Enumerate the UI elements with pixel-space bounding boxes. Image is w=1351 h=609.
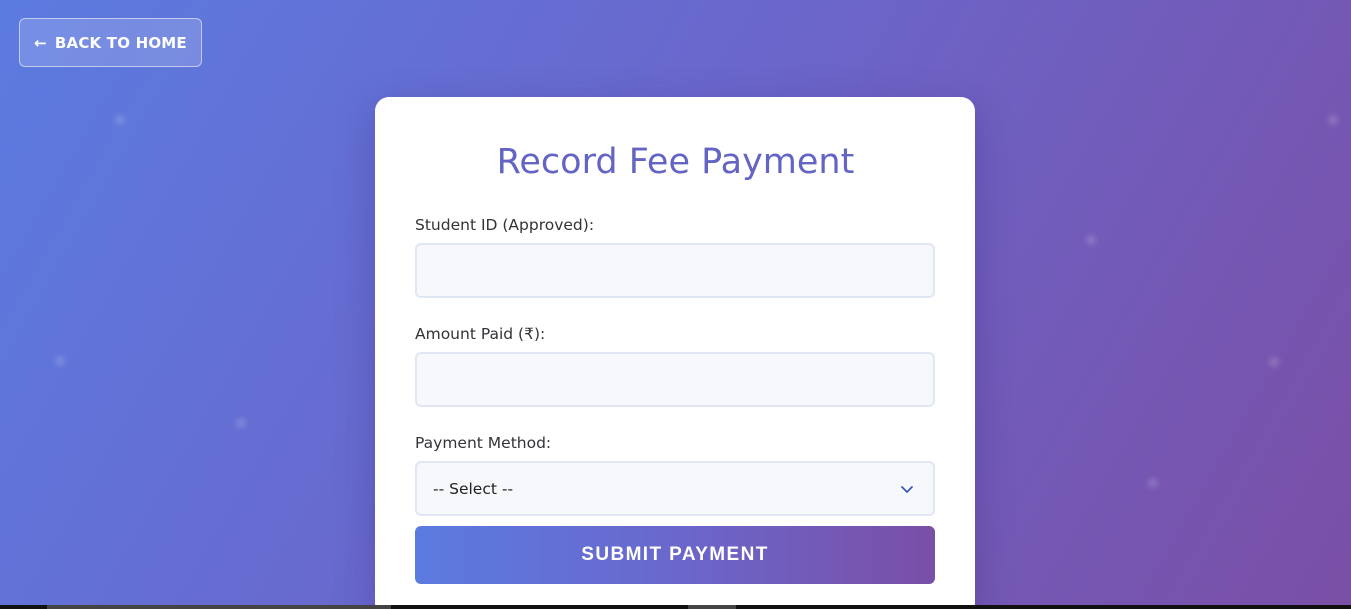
background-sparkle [1328, 115, 1338, 125]
payment-method-selected-value: -- Select -- [433, 479, 514, 498]
scrollbar-thumb[interactable] [47, 605, 391, 609]
background-sparkle [1148, 478, 1158, 488]
background-sparkle [1086, 235, 1096, 245]
student-id-input[interactable] [415, 243, 935, 298]
background-sparkle [236, 418, 246, 428]
payment-method-select[interactable]: -- Select -- [415, 461, 935, 516]
payment-method-label: Payment Method: [415, 434, 552, 452]
background-sparkle [55, 356, 65, 366]
scrollbar-thumb[interactable] [688, 605, 736, 609]
horizontal-scrollbar[interactable] [0, 605, 1351, 609]
student-id-label: Student ID (Approved): [415, 216, 595, 234]
back-to-home-button[interactable]: ← BACK TO HOME [19, 18, 202, 67]
background-sparkle [115, 115, 125, 125]
page-title: Record Fee Payment [496, 142, 855, 182]
background-sparkle [1269, 357, 1279, 367]
back-to-home-label: BACK TO HOME [54, 33, 187, 52]
chevron-down-icon [901, 486, 913, 493]
amount-paid-label: Amount Paid (₹): [415, 325, 546, 343]
submit-payment-button[interactable]: SUBMIT PAYMENT [415, 526, 935, 584]
left-arrow-icon: ← [34, 33, 47, 52]
amount-paid-input[interactable] [415, 352, 935, 407]
